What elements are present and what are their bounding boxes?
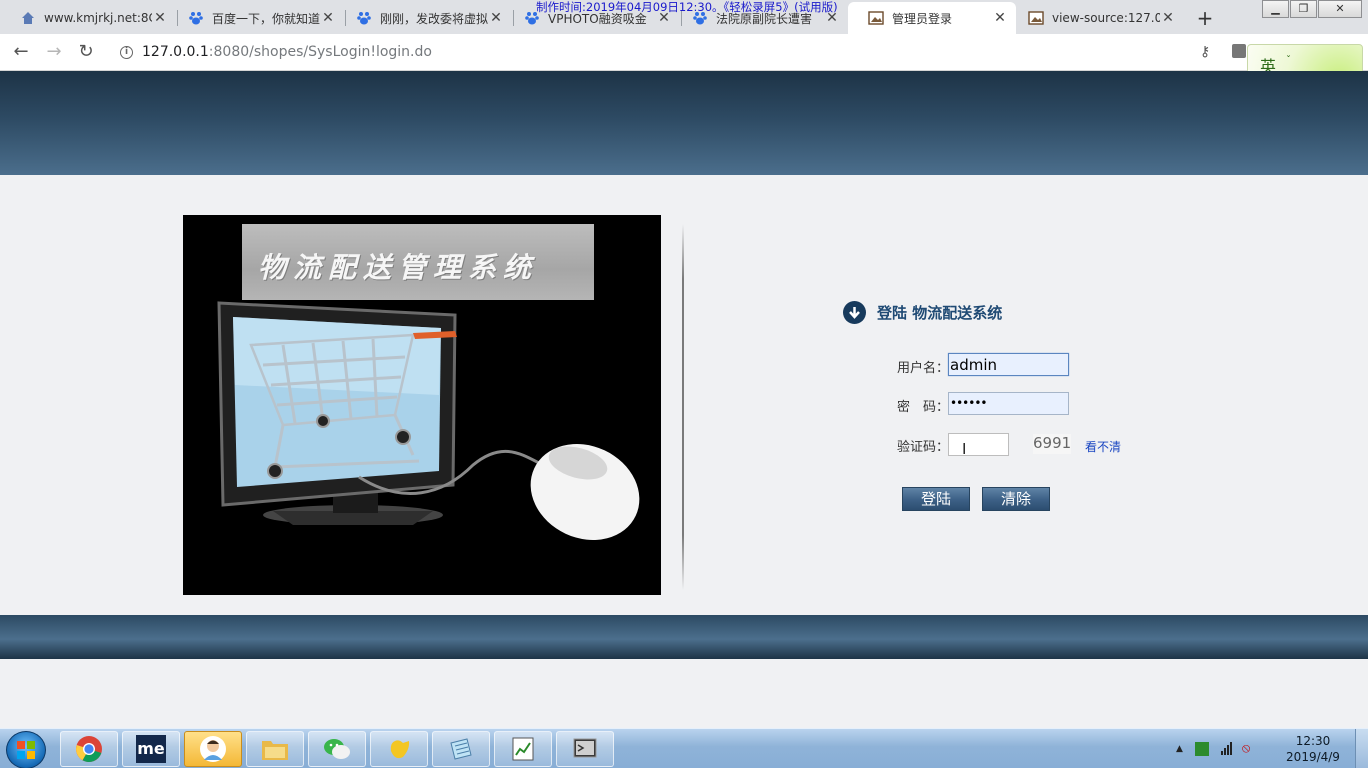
taskbar-chart-app[interactable] [494, 731, 552, 767]
forward-button[interactable]: → [42, 40, 66, 64]
tab-close-icon[interactable]: ✕ [992, 10, 1008, 26]
chrome-icon [76, 736, 102, 763]
tab-close-icon[interactable]: ✕ [488, 10, 504, 26]
taskbar-notepad[interactable] [432, 731, 490, 767]
browser-tab-strip: www.kmjrkj.net:8C ✕ 百度一下，你就知道 ✕ 刚刚，发改委将虚… [0, 0, 1368, 34]
tab-label: 刚刚，发改委将虚拟 [380, 11, 488, 26]
browser-tab-active[interactable]: 管理员登录 ✕ [848, 2, 1016, 34]
captcha-refresh-link[interactable]: 看不清 [1085, 438, 1121, 455]
tab-close-icon[interactable]: ✕ [1160, 10, 1176, 26]
captcha-input[interactable] [948, 433, 1009, 456]
show-desktop-button[interactable] [1355, 729, 1368, 768]
banner-title-plate: 物流配送管理系统 [242, 224, 594, 300]
page-footer-band [0, 615, 1368, 659]
window-close-button[interactable]: ✕ [1318, 0, 1362, 18]
url-host: 127.0.0.1 [142, 44, 209, 60]
text-cursor-icon: I [962, 440, 967, 458]
vertical-divider [682, 224, 684, 590]
username-label: 用户名： [897, 361, 950, 376]
system-tray: ▲ ⦸ [1176, 741, 1250, 756]
taskbar-clock[interactable]: 12:30 2019/4/9 [1283, 733, 1343, 765]
baidu-paw-icon [188, 10, 204, 26]
page-image-icon [868, 10, 884, 26]
tab-close-icon[interactable]: ✕ [152, 10, 168, 26]
system-banner: 物流配送管理系统 [183, 215, 661, 595]
tab-label: 管理员登录 [892, 11, 953, 26]
clock-time: 12:30 [1295, 734, 1331, 748]
tab-close-icon[interactable]: ✕ [320, 10, 336, 26]
avatar-app-icon [200, 736, 226, 762]
chart-app-icon [512, 737, 534, 761]
folder-icon [262, 741, 288, 760]
page-header-band [0, 71, 1368, 175]
reload-button[interactable]: ↻ [74, 40, 98, 64]
back-button[interactable]: ← [9, 40, 33, 64]
baidu-paw-icon [356, 10, 372, 26]
wechat-icon [324, 739, 350, 759]
me-app-icon: me [136, 735, 166, 763]
address-bar[interactable]: i 127.0.0.1:8080/shopes/SysLogin!login.d… [108, 38, 1238, 66]
new-tab-button[interactable]: + [1194, 6, 1216, 30]
terminal-app-icon [573, 738, 597, 758]
taskbar-explorer[interactable] [246, 731, 304, 767]
arrow-down-circle-icon [843, 301, 866, 324]
browser-toolbar: ← → ↻ i 127.0.0.1:8080/shopes/SysLogin!l… [0, 34, 1368, 71]
restore-button[interactable]: ❐ [1290, 0, 1317, 18]
hand-app-icon [390, 740, 410, 759]
password-input[interactable]: •••••• [948, 392, 1069, 415]
url-path: :8080/shopes/SysLogin!login.do [208, 44, 432, 60]
browser-tab[interactable]: 刚刚，发改委将虚拟 ✕ [336, 2, 512, 34]
taskbar-avatar-app[interactable] [184, 731, 242, 767]
minimize-button[interactable]: ▁ [1262, 0, 1289, 18]
tab-label: view-source:127.0 [1052, 11, 1160, 25]
network-adapter-icon[interactable] [1194, 741, 1209, 756]
translate-icon[interactable] [1232, 44, 1246, 58]
browser-tab[interactable]: 百度一下，你就知道 ✕ [168, 2, 344, 34]
login-heading: 登陆 物流配送系统 [843, 301, 1002, 324]
banner-title: 物流配送管理系统 [258, 251, 539, 284]
tab-label: www.kmjrkj.net:8C [44, 11, 152, 25]
captcha-image[interactable]: 6991 [1033, 434, 1071, 454]
key-icon[interactable]: ⚷ [1200, 44, 1210, 60]
taskbar-chrome[interactable] [60, 731, 118, 767]
notepad-icon [450, 738, 472, 760]
clear-button[interactable]: 清除 [982, 487, 1050, 511]
browser-tab[interactable]: www.kmjrkj.net:8C ✕ [0, 2, 176, 34]
tray-expand-icon[interactable]: ▲ [1176, 744, 1183, 754]
clock-date: 2019/4/9 [1286, 750, 1340, 764]
username-input[interactable]: admin [948, 353, 1069, 376]
login-button[interactable]: 登陆 [902, 487, 970, 511]
page-image-icon [1028, 10, 1044, 26]
taskbar-hand-app[interactable] [370, 731, 428, 767]
taskbar-wechat[interactable] [308, 731, 366, 767]
start-button[interactable] [6, 731, 46, 768]
tab-label: 百度一下，你就知道 [212, 11, 320, 26]
taskbar-terminal-app[interactable] [556, 731, 614, 767]
signal-bars-icon[interactable] [1220, 742, 1232, 755]
windows-taskbar: me ▲ ⦸ 12:30 2019/4/9 [0, 728, 1368, 768]
captcha-label: 验证码： [897, 440, 950, 455]
browser-tab[interactable]: view-source:127.0 ✕ [1008, 2, 1184, 34]
info-icon[interactable]: i [120, 45, 133, 59]
window-controls: ▁ ❐ ✕ [1261, 0, 1362, 18]
volume-muted-icon[interactable]: ⦸ [1242, 741, 1250, 756]
taskbar-me-app[interactable]: me [122, 731, 180, 767]
home-icon [20, 10, 36, 26]
password-label: 密 码： [897, 400, 950, 415]
windows-logo-icon [17, 741, 36, 760]
recording-watermark: 制作时间:2019年04月09日12:30。《轻松录屏5》(试用版) [536, 0, 838, 14]
login-title: 登陆 物流配送系统 [877, 304, 1003, 322]
ime-tone-mark: ˇ [1286, 55, 1291, 66]
